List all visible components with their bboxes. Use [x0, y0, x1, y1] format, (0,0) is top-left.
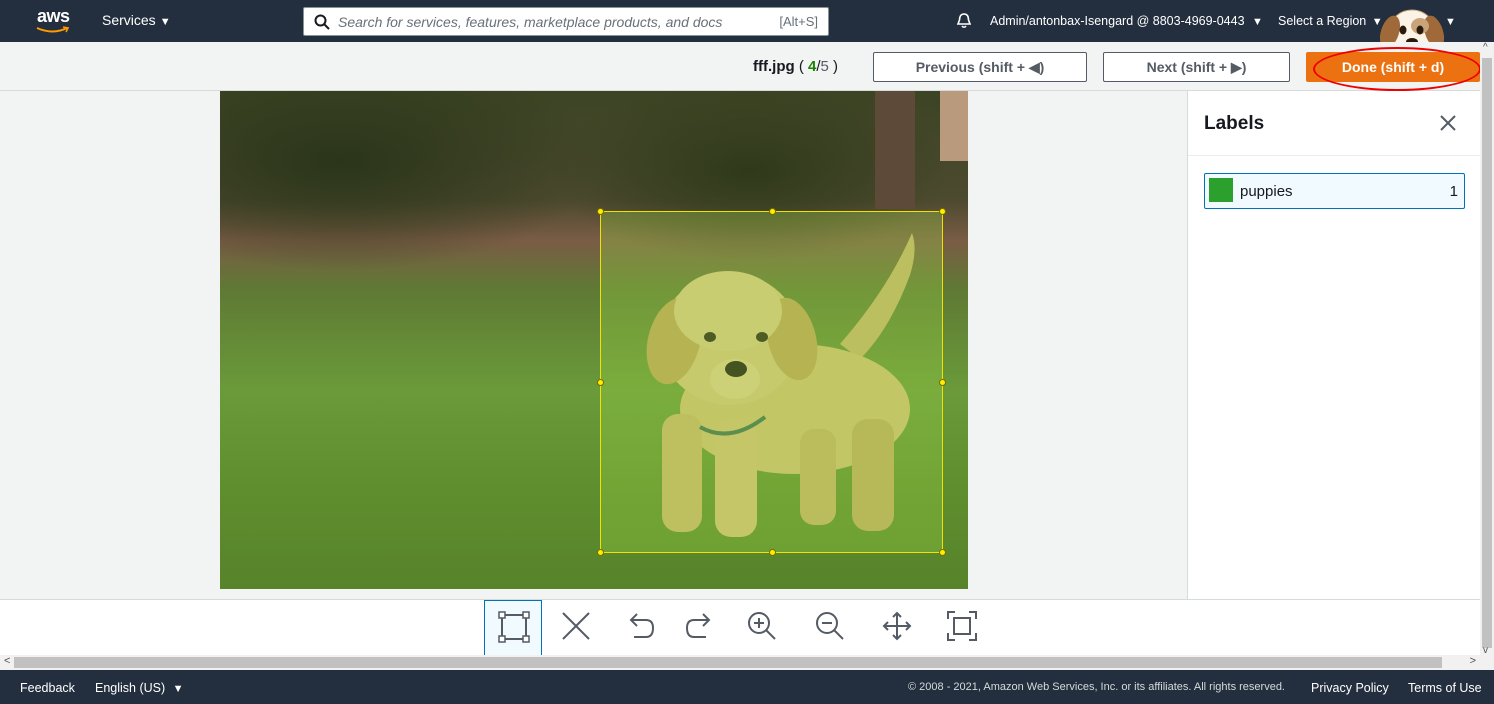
bbox-handle-bottom-middle[interactable] [769, 549, 776, 556]
done-button-highlight-circle [1313, 47, 1481, 91]
annotation-canvas[interactable] [0, 91, 1187, 599]
move-tool[interactable] [868, 600, 926, 656]
feedback-link[interactable]: Feedback [20, 681, 75, 695]
open-paren: ( [798, 58, 808, 75]
labels-panel-title: Labels [1204, 113, 1265, 134]
fit-to-screen-icon [947, 611, 977, 641]
bounding-box-tool-icon [498, 611, 530, 643]
bell-icon[interactable] [955, 12, 973, 30]
image-counter: fff.jpg ( 4/5 ) [753, 58, 838, 75]
background-fence [940, 91, 968, 161]
privacy-policy-link[interactable]: Privacy Policy [1311, 681, 1389, 695]
delete-tool-icon [562, 612, 590, 640]
total-count: 5 [820, 58, 829, 75]
services-label: Services [102, 12, 156, 28]
support-caret-icon: ▼ [1444, 16, 1456, 28]
terms-of-use-link[interactable]: Terms of Use [1408, 681, 1482, 695]
bbox-handle-top-middle[interactable] [769, 208, 776, 215]
close-paren: ) [828, 58, 839, 75]
search-shortcut: [Alt+S] [779, 14, 818, 29]
language-selector[interactable]: English (US) ▼ [95, 681, 184, 695]
bbox-handle-bottom-right[interactable] [939, 549, 946, 556]
bbox-handle-top-left[interactable] [597, 208, 604, 215]
bbox-handle-middle-left[interactable] [597, 379, 604, 386]
bbox-handle-middle-right[interactable] [939, 379, 946, 386]
search-placeholder: Search for services, features, marketpla… [338, 14, 723, 30]
search-input[interactable]: Search for services, features, marketpla… [303, 7, 829, 36]
undo-icon [629, 613, 655, 638]
zoom-in-icon [748, 612, 776, 640]
aws-logo-text: aws [37, 6, 70, 26]
horizontal-scrollbar[interactable]: < > [0, 655, 1480, 670]
scroll-right-icon[interactable]: > [1470, 655, 1476, 667]
delete-tool[interactable] [547, 600, 605, 656]
account-caret-icon: ▼ [1252, 16, 1263, 28]
region-label: Select a Region [1278, 14, 1367, 28]
label-name: puppies [1240, 183, 1293, 200]
aws-logo[interactable]: aws [34, 6, 74, 36]
labels-panel: Labels puppies 1 [1187, 91, 1481, 599]
scroll-up-icon[interactable]: ^ [1483, 42, 1488, 53]
label-item-puppies[interactable]: puppies 1 [1204, 173, 1465, 209]
top-navigation-bar: aws Services ▼ Search for services, featu… [0, 0, 1494, 42]
services-caret-icon: ▼ [159, 16, 171, 28]
redo-icon [685, 613, 711, 638]
label-color-swatch [1209, 178, 1233, 202]
undo-tool[interactable] [611, 600, 669, 656]
close-icon[interactable] [1438, 113, 1458, 133]
scroll-left-icon[interactable]: < [4, 655, 10, 667]
aws-smile-icon [36, 26, 70, 33]
next-button[interactable]: Next (shift + ▶) [1103, 52, 1290, 82]
annotation-tools-bar [0, 599, 1480, 656]
account-menu[interactable]: Admin/antonbax-Isengard @ 8803-4969-0443… [990, 14, 1263, 28]
move-icon [882, 611, 912, 641]
annotation-toolbar: fff.jpg ( 4/5 ) Previous (shift + ◀) Nex… [0, 42, 1480, 91]
zoom-out-icon [816, 612, 844, 640]
zoom-out-tool[interactable] [801, 600, 859, 656]
footer: Feedback English (US) ▼ © 2008 - 2021, A… [0, 670, 1494, 704]
region-menu[interactable]: Select a Region ▼ [1278, 14, 1383, 28]
search-icon [314, 14, 330, 30]
label-count: 1 [1449, 183, 1458, 200]
fit-to-screen-tool[interactable] [933, 600, 991, 656]
services-menu[interactable]: Services ▼ [102, 12, 171, 28]
scroll-down-icon[interactable]: v [1483, 645, 1488, 656]
previous-button[interactable]: Previous (shift + ◀) [873, 52, 1087, 82]
tree-trunk [875, 91, 915, 209]
zoom-in-tool[interactable] [733, 600, 791, 656]
puppy-photo[interactable] [220, 91, 968, 589]
bounding-box[interactable] [597, 208, 946, 556]
redo-tool[interactable] [671, 600, 729, 656]
account-label: Admin/antonbax-Isengard @ 8803-4969-0443 [990, 14, 1245, 28]
copyright-text: © 2008 - 2021, Amazon Web Services, Inc.… [908, 681, 1285, 693]
bbox-handle-bottom-left[interactable] [597, 549, 604, 556]
bbox-handle-top-right[interactable] [939, 208, 946, 215]
vertical-scrollbar[interactable]: ^ v [1480, 42, 1494, 670]
language-label: English (US) [95, 681, 166, 695]
panel-divider [1188, 155, 1481, 156]
bounding-box-tool[interactable] [484, 600, 542, 656]
vertical-scroll-thumb[interactable] [1482, 58, 1492, 648]
filename-label: fff.jpg [753, 58, 795, 75]
horizontal-scroll-thumb[interactable] [14, 657, 1442, 668]
language-caret-icon: ▼ [172, 683, 184, 695]
